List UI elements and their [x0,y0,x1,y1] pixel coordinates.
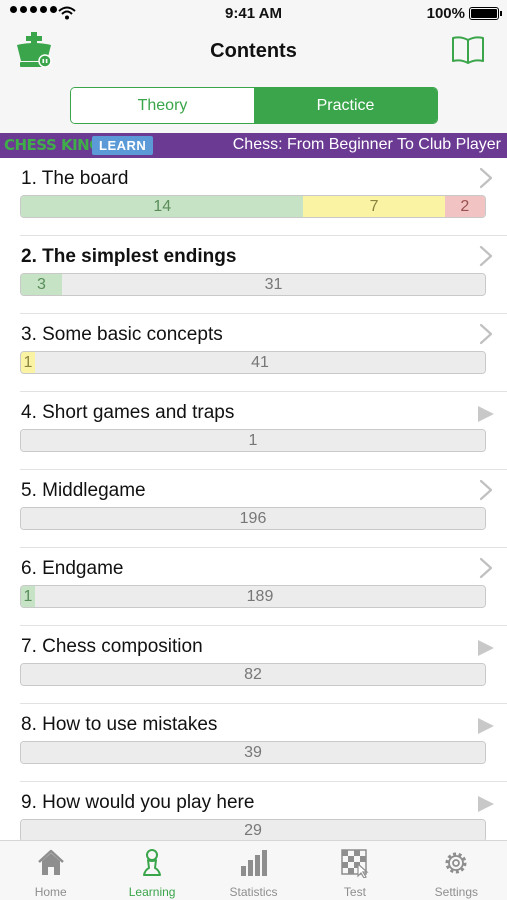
chapter-title: 9. How would you play here [21,792,255,813]
chapter-row[interactable]: 8. How to use mistakes 39 [20,704,507,782]
home-icon [37,849,64,875]
segment-practice[interactable]: Practice [254,88,437,123]
status-bar: 9:41 AM 100% [0,0,507,28]
course-title: Chess: From Beginner To Club Player [232,136,501,153]
progress-bar: 1 189 [20,585,486,608]
chapter-title: 7. Chess composition [21,636,203,657]
chapter-row[interactable]: 4. Short games and traps 1 [20,392,507,470]
progress-segment-green: 1 [21,586,35,607]
book-icon[interactable] [451,35,485,65]
progress-segment-red: 2 [444,196,485,217]
progress-segment-gray: 82 [21,664,485,685]
progress-segment-gray: 41 [35,352,485,373]
progress-bar: 14 7 2 [20,195,486,218]
chapter-title: 5. Middlegame [21,480,146,501]
progress-segment-gray: 189 [35,586,485,607]
chapter-row[interactable]: 6. Endgame 1 189 [20,548,507,626]
chapter-title: 3. Some basic concepts [21,324,223,345]
tab-learning[interactable]: Learning [101,841,202,900]
chapter-title: 8. How to use mistakes [21,714,218,735]
top-bar: 9:41 AM 100% Contents Theory Practice [0,0,507,133]
progress-segment-green: 14 [21,196,304,217]
progress-bar: 1 41 [20,351,486,374]
progress-segment-gray: 31 [61,274,485,295]
chevron-right-icon[interactable] [479,167,493,189]
chevron-right-icon[interactable] [479,245,493,267]
tab-statistics[interactable]: Statistics [203,841,304,900]
battery-icon [469,7,502,20]
chessboard-cursor-icon [341,849,369,878]
tab-home[interactable]: Home [0,841,101,900]
progress-segment-gray: 196 [21,508,485,529]
tab-settings[interactable]: Settings [406,841,507,900]
page-title: Contents [210,40,297,62]
play-icon[interactable] [477,795,495,813]
brand-logo-text: CHESS KING [4,136,102,154]
theory-practice-toggle: Theory Practice [70,87,438,124]
progress-bar: 1 [20,429,486,452]
tab-label: Home [34,885,67,899]
chevron-right-icon[interactable] [479,557,493,579]
segment-theory[interactable]: Theory [71,88,254,123]
learn-badge: LEARN [92,136,154,155]
progress-bar: 29 [20,819,486,840]
chapter-row[interactable]: 3. Some basic concepts 1 41 [20,314,507,392]
chapter-title: 1. The board [21,168,129,189]
chapter-row[interactable]: 9. How would you play here 29 [20,782,507,840]
play-icon[interactable] [477,639,495,657]
chapter-row[interactable]: 5. Middlegame 196 [20,470,507,548]
play-icon[interactable] [477,405,495,423]
progress-segment-green: 3 [21,274,62,295]
tab-label: Learning [128,885,176,899]
play-icon[interactable] [477,717,495,735]
chapter-title: 6. Endgame [21,558,124,579]
chapter-row[interactable]: 1. The board 14 7 2 [20,158,507,236]
tab-test[interactable]: Test [304,841,405,900]
progress-bar: 196 [20,507,486,530]
progress-segment-yellow: 1 [21,352,35,373]
progress-bar: 82 [20,663,486,686]
progress-segment-gray: 39 [21,742,485,763]
progress-bar: 39 [20,741,486,764]
chapter-title: 2. The simplest endings [21,246,237,267]
gear-icon [445,852,467,874]
chapter-row[interactable]: 7. Chess composition 82 [20,626,507,704]
chapter-list: 1. The board 14 7 2 2. The simplest endings 3… [0,158,507,840]
chapter-row[interactable]: 2. The simplest endings 3 31 [20,236,507,314]
tab-bar: Home Learning Statistics Test Settings [0,840,507,900]
tab-label: Settings [434,885,478,899]
progress-segment-gray: 29 [21,820,485,840]
chapter-title: 4. Short games and traps [21,402,235,423]
progress-segment-yellow: 7 [303,196,445,217]
battery-percent: 100% [426,5,465,22]
tab-label: Test [343,885,366,899]
chevron-right-icon[interactable] [479,479,493,501]
progress-bar: 3 31 [20,273,486,296]
pawn-icon [143,849,162,876]
tab-label: Statistics [229,885,278,899]
course-banner: CHESS KING LEARN Chess: From Beginner To… [0,133,507,158]
bar-chart-icon [240,850,267,876]
chevron-right-icon[interactable] [479,323,493,345]
progress-segment-gray: 1 [21,430,485,451]
